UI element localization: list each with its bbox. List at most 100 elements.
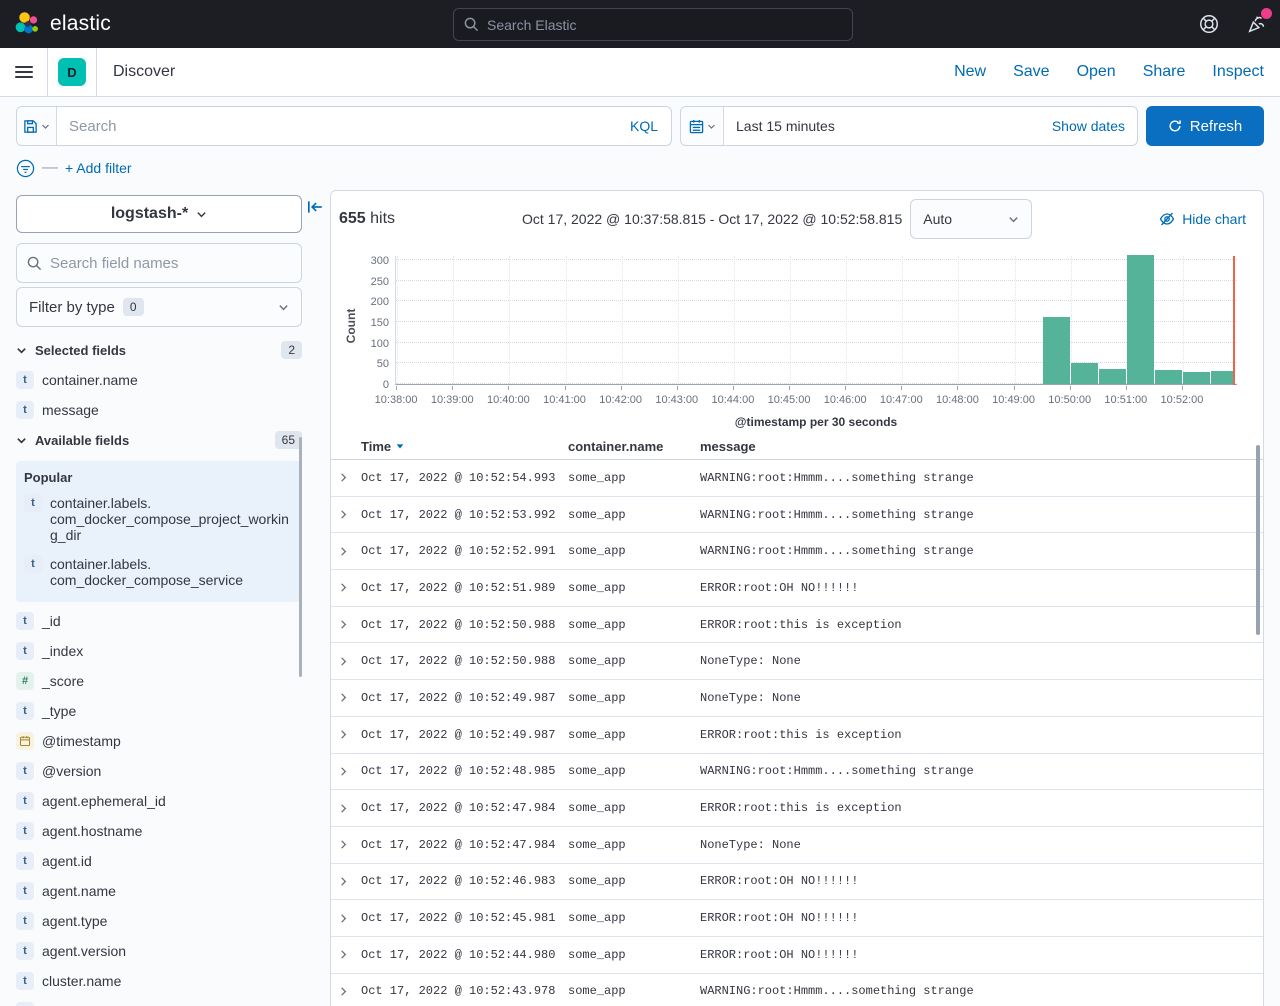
expand-row-icon[interactable] [338,656,361,667]
expand-row-icon[interactable] [338,509,361,520]
field-item[interactable]: tmessage [16,401,296,419]
action-inspect[interactable]: Inspect [1212,63,1264,81]
chevron-down-icon [41,122,50,131]
selected-fields-header[interactable]: Selected fields 2 [16,341,302,359]
newsfeed-icon[interactable] [1246,13,1268,35]
query-language-button[interactable]: KQL [617,118,671,134]
field-item[interactable]: t_index [16,642,296,660]
refresh-button[interactable]: Refresh [1146,106,1264,146]
message-cell: ERROR:root:this is exception [700,618,1263,632]
expand-row-icon[interactable] [338,803,361,814]
add-filter-button[interactable]: + Add filter [65,160,132,176]
y-tick-label: 250 [345,276,389,288]
help-icon[interactable] [1198,13,1220,35]
field-item[interactable]: @timestamp [16,732,296,750]
histogram-bar[interactable] [1071,363,1098,384]
elastic-logo[interactable]: elastic [14,11,111,37]
global-search-input[interactable] [487,17,807,33]
app-icon-wrap[interactable]: D [48,48,97,96]
expand-row-icon[interactable] [338,876,361,887]
field-item[interactable]: t_type [16,702,296,720]
container-name-cell: some_app [568,984,700,998]
field-item[interactable]: tcluster.name [16,972,296,990]
available-fields-header[interactable]: Available fields 65 [16,431,302,449]
expand-row-icon[interactable] [338,472,361,483]
field-item[interactable]: tagent.type [16,912,296,930]
field-search[interactable] [16,243,302,283]
container-name-cell: some_app [568,544,700,558]
global-search[interactable] [453,8,853,41]
gridline [678,256,679,384]
field-item[interactable]: tagent.hostname [16,822,296,840]
field-item[interactable]: tcontainer.labels.com_docker_compose_pro… [24,494,304,543]
action-save[interactable]: Save [1013,63,1049,81]
histogram-bar[interactable] [1155,370,1182,384]
histogram-bar[interactable] [1043,317,1070,384]
collapse-sidebar-icon[interactable] [306,198,324,216]
time-cell: Oct 17, 2022 @ 10:52:50.988 [361,654,568,668]
table-scrollbar[interactable] [1256,445,1260,635]
column-header-container-name[interactable]: container.name [568,439,700,454]
chevron-down-icon [16,435,27,446]
x-tick-mark [845,386,846,390]
field-item[interactable]: t@version [16,762,296,780]
sidebar-scrollbar[interactable] [299,437,302,677]
refresh-icon [1168,119,1182,133]
save-icon [23,119,38,134]
expand-row-icon[interactable] [338,766,361,777]
field-search-input[interactable] [50,255,270,272]
x-tick-mark [396,386,397,390]
time-range-value[interactable]: Last 15 minutes [724,118,1052,134]
histogram-bar[interactable] [1183,372,1210,384]
action-open[interactable]: Open [1077,63,1116,81]
field-item[interactable]: tcontainer.labels.com_docker_compose_ser… [24,555,304,588]
x-tick-mark [733,386,734,390]
field-item[interactable]: tagent.version [16,942,296,960]
expand-row-icon[interactable] [338,986,361,997]
hide-chart-button[interactable]: Hide chart [1159,211,1246,227]
action-share[interactable]: Share [1143,63,1186,81]
saved-query-button[interactable] [17,107,57,145]
action-new[interactable]: New [954,63,986,81]
column-header-message[interactable]: message [700,439,1263,454]
expand-row-icon[interactable] [338,582,361,593]
field-item[interactable]: tagent.ephemeral_id [16,792,296,810]
column-header-time[interactable]: Time [361,439,568,454]
field-item[interactable]: t_id [16,612,296,630]
filter-icon[interactable] [16,159,35,178]
histogram-bar[interactable] [1099,369,1126,384]
histogram-bar[interactable] [1127,255,1154,384]
gridline [566,256,567,384]
expand-row-icon[interactable] [338,949,361,960]
show-dates-button[interactable]: Show dates [1052,118,1137,134]
quick-select-button[interactable] [681,107,724,145]
container-name-cell: some_app [568,948,700,962]
field-item[interactable]: tagent.name [16,882,296,900]
expand-row-icon[interactable] [338,546,361,557]
expand-row-icon[interactable] [338,619,361,630]
index-pattern-switcher[interactable]: logstash-* [16,195,302,233]
histogram-bar[interactable] [1211,371,1233,384]
interval-select[interactable]: Auto [910,199,1032,239]
search-input[interactable] [57,118,617,135]
expand-row-icon[interactable] [338,913,361,924]
menu-icon[interactable] [0,48,48,96]
field-item[interactable]: tcluster.uuid [16,1002,296,1006]
field-item[interactable]: tagent.id [16,852,296,870]
table-row: Oct 17, 2022 @ 10:52:50.988some_appNoneT… [331,643,1263,680]
x-tick-label: 10:42:00 [599,394,642,406]
x-tick-label: 10:46:00 [824,394,867,406]
y-tick-label: 0 [345,379,389,391]
y-tick-label: 150 [345,317,389,329]
chevron-down-icon [16,345,27,356]
expand-row-icon[interactable] [338,729,361,740]
expand-row-icon[interactable] [338,839,361,850]
x-tick-label: 10:45:00 [768,394,811,406]
field-item[interactable]: tcontainer.name [16,371,296,389]
expand-row-icon[interactable] [338,692,361,703]
message-cell: WARNING:root:Hmmm....something strange [700,544,1263,558]
filter-by-type[interactable]: Filter by type 0 [16,287,302,327]
table-row: Oct 17, 2022 @ 10:52:47.984some_appNoneT… [331,827,1263,864]
x-tick-mark [1182,386,1183,390]
field-item[interactable]: #_score [16,672,296,690]
